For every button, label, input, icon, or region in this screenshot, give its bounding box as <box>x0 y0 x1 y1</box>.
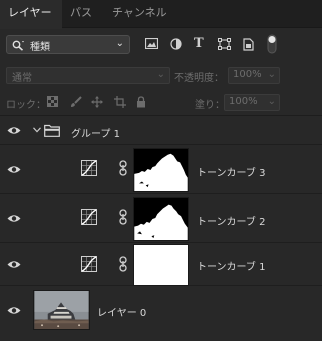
visibility-eye-icon[interactable] <box>7 306 21 315</box>
visibility-eye-icon[interactable] <box>7 214 21 223</box>
lock-label: ロック： <box>6 100 46 111</box>
fill-value: 100% <box>229 96 258 107</box>
chevron-down-icon[interactable] <box>33 127 41 133</box>
blend-mode-value: 通常 <box>12 73 32 84</box>
layer-thumbnail-castle-photo[interactable] <box>33 290 90 330</box>
image-filter-icon[interactable] <box>145 38 158 49</box>
layer-row-group[interactable]: グループ 1 <box>0 117 322 145</box>
tab-layers[interactable]: レイヤー <box>0 0 62 29</box>
visibility-eye-icon[interactable] <box>7 165 21 174</box>
filter-toggle-icon[interactable] <box>267 34 277 54</box>
layer-row-tone-curve-1[interactable]: トーンカーブ 1 <box>0 244 322 286</box>
chevron-down-icon: ⌄ <box>115 38 124 49</box>
layer-row-layer-0[interactable]: レイヤー 0 <box>0 287 322 333</box>
lock-row: ロック： 塗り： 100% ⌄ <box>0 88 322 116</box>
layer-name: トーンカーブ 1 <box>197 262 266 273</box>
filter-kind-select[interactable]: 種類 ⌄ <box>6 35 130 54</box>
shape-filter-icon[interactable] <box>218 38 231 50</box>
blend-mode-select[interactable]: 通常 ⌄ <box>6 67 170 84</box>
curves-adjustment-icon <box>81 160 97 176</box>
curves-adjustment-icon <box>81 256 97 272</box>
fill-label: 塗り： <box>195 100 225 111</box>
layer-name: レイヤー 0 <box>97 308 147 319</box>
visibility-eye-icon[interactable] <box>7 126 21 135</box>
curves-adjustment-icon <box>81 209 97 225</box>
layer-row-tone-curve-3[interactable]: トーンカーブ 3 <box>0 146 322 194</box>
adjustment-filter-icon[interactable] <box>170 38 182 50</box>
mask-link-icon[interactable] <box>119 209 127 225</box>
mask-link-icon[interactable] <box>119 256 127 272</box>
lock-all-icon[interactable] <box>136 96 146 108</box>
chevron-down-icon: ⌄ <box>267 69 276 80</box>
panel-tab-bar: レイヤー パス チャンネル <box>0 0 322 29</box>
chevron-down-icon: ⌄ <box>156 69 165 80</box>
fill-input[interactable]: 100% ⌄ <box>224 94 280 111</box>
chevron-down-icon: ⌄ <box>267 96 276 107</box>
layer-name: トーンカーブ 3 <box>197 168 266 179</box>
opacity-input[interactable]: 100% ⌄ <box>228 67 280 84</box>
folder-icon <box>44 124 60 137</box>
smart-object-filter-icon[interactable] <box>243 38 254 51</box>
tab-channels[interactable]: チャンネル <box>104 0 176 28</box>
layer-row-tone-curve-2[interactable]: トーンカーブ 2 <box>0 195 322 243</box>
opacity-label: 不透明度： <box>174 73 224 84</box>
layer-mask-thumbnail[interactable] <box>133 148 189 192</box>
layer-filter-row: 種類 ⌄ T <box>0 28 322 62</box>
layer-mask-thumbnail[interactable] <box>133 244 189 286</box>
lock-image-pixels-icon[interactable] <box>70 96 82 108</box>
blend-opacity-row: 通常 ⌄ 不透明度： 100% ⌄ <box>0 62 322 88</box>
type-filter-icon[interactable]: T <box>194 36 204 51</box>
tab-paths[interactable]: パス <box>62 0 104 28</box>
filter-kind-label: 種類 <box>30 42 50 53</box>
mask-link-icon[interactable] <box>119 160 127 176</box>
visibility-eye-icon[interactable] <box>7 260 21 269</box>
opacity-value: 100% <box>233 69 262 80</box>
lock-transparent-pixels-icon[interactable] <box>47 96 58 107</box>
layer-mask-thumbnail[interactable] <box>133 197 189 241</box>
layer-name: トーンカーブ 2 <box>197 217 266 228</box>
lock-position-icon[interactable] <box>91 96 103 108</box>
artboard-nesting-icon[interactable] <box>114 96 126 108</box>
search-icon <box>12 40 24 51</box>
layer-name: グループ 1 <box>71 129 120 140</box>
